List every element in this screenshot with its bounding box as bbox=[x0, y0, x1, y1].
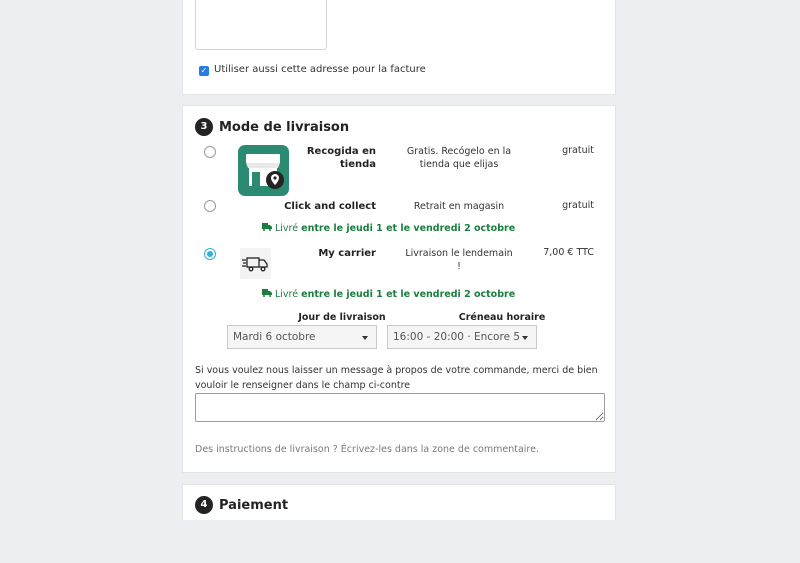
invoice-address-checkbox[interactable]: ✓ bbox=[199, 66, 209, 76]
delivery-truck-icon bbox=[240, 248, 271, 279]
carrier-name-recogida: Recogida en tienda bbox=[306, 146, 376, 170]
address-section: ✓ Utiliser aussi cette adresse pour la f… bbox=[182, 0, 616, 95]
order-message-prompt: Si vous voulez nous laisser un message à… bbox=[195, 365, 598, 391]
chevron-down-icon bbox=[362, 336, 368, 340]
delivery-window: entre le jeudi 1 et le vendredi 2 octobr… bbox=[301, 289, 516, 300]
delivery-estimate-click-collect: Livré entre le jeudi 1 et le vendredi 2 … bbox=[262, 223, 515, 234]
truck-icon bbox=[262, 223, 272, 234]
payment-step-number: 4 bbox=[195, 496, 213, 514]
carrier-name-click-collect: Click and collect bbox=[284, 201, 376, 212]
carrier-radio-my-carrier[interactable] bbox=[204, 248, 216, 260]
delivery-instructions-hint: Des instructions de livraison ? Écrivez-… bbox=[195, 444, 539, 455]
truck-icon bbox=[262, 289, 272, 300]
delivery-estimate-my-carrier: Livré entre le jeudi 1 et le vendredi 2 … bbox=[262, 289, 515, 300]
carrier-radio-recogida[interactable] bbox=[204, 146, 216, 158]
delivery-day-value: Mardi 6 octobre bbox=[233, 331, 316, 343]
chevron-down-icon bbox=[522, 336, 528, 340]
time-slot-select[interactable]: 16:00 - 20:00 · Encore 5 bbox=[387, 325, 537, 349]
delivery-day-label: Jour de livraison bbox=[298, 312, 386, 323]
delivery-prefix: Livré bbox=[275, 223, 299, 234]
delivery-window: entre le jeudi 1 et le vendredi 2 octobr… bbox=[301, 223, 516, 234]
payment-step-title: Paiement bbox=[219, 497, 289, 513]
payment-step-header[interactable]: 4 Paiement bbox=[195, 496, 288, 514]
delivery-day-select[interactable]: Mardi 6 octobre bbox=[227, 325, 377, 349]
carrier-name-my-carrier: My carrier bbox=[318, 248, 376, 259]
carrier-description-click-collect: Retrait en magasin bbox=[413, 201, 505, 212]
invoice-address-checkbox-label: Utiliser aussi cette adresse pour la fac… bbox=[214, 64, 426, 75]
delivery-step-number: 3 bbox=[195, 118, 213, 136]
delivery-step-header[interactable]: 3 Mode de livraison bbox=[195, 118, 349, 136]
time-slot-label: Créneau horaire bbox=[458, 312, 546, 323]
carrier-description-my-carrier: Livraison le lendemain ! bbox=[405, 248, 513, 272]
delivery-prefix: Livré bbox=[275, 289, 299, 300]
delivery-step-title: Mode de livraison bbox=[219, 119, 350, 135]
carrier-price-my-carrier: 7,00 € TTC bbox=[543, 247, 594, 258]
address-field[interactable] bbox=[195, 0, 327, 50]
carrier-radio-click-collect[interactable] bbox=[204, 200, 216, 212]
carrier-price-click-collect: gratuit bbox=[562, 200, 594, 211]
delivery-section: 3 Mode de livraison Recogida en tienda G… bbox=[182, 105, 616, 473]
time-slot-value: 16:00 - 20:00 · Encore 5 bbox=[393, 331, 521, 343]
order-message-textarea[interactable] bbox=[195, 393, 605, 422]
carrier-price-recogida: gratuit bbox=[562, 145, 594, 156]
carrier-description-recogida: Gratis. Recógelo en la tienda que elijas bbox=[406, 146, 512, 170]
payment-section: 4 Paiement bbox=[182, 484, 616, 520]
